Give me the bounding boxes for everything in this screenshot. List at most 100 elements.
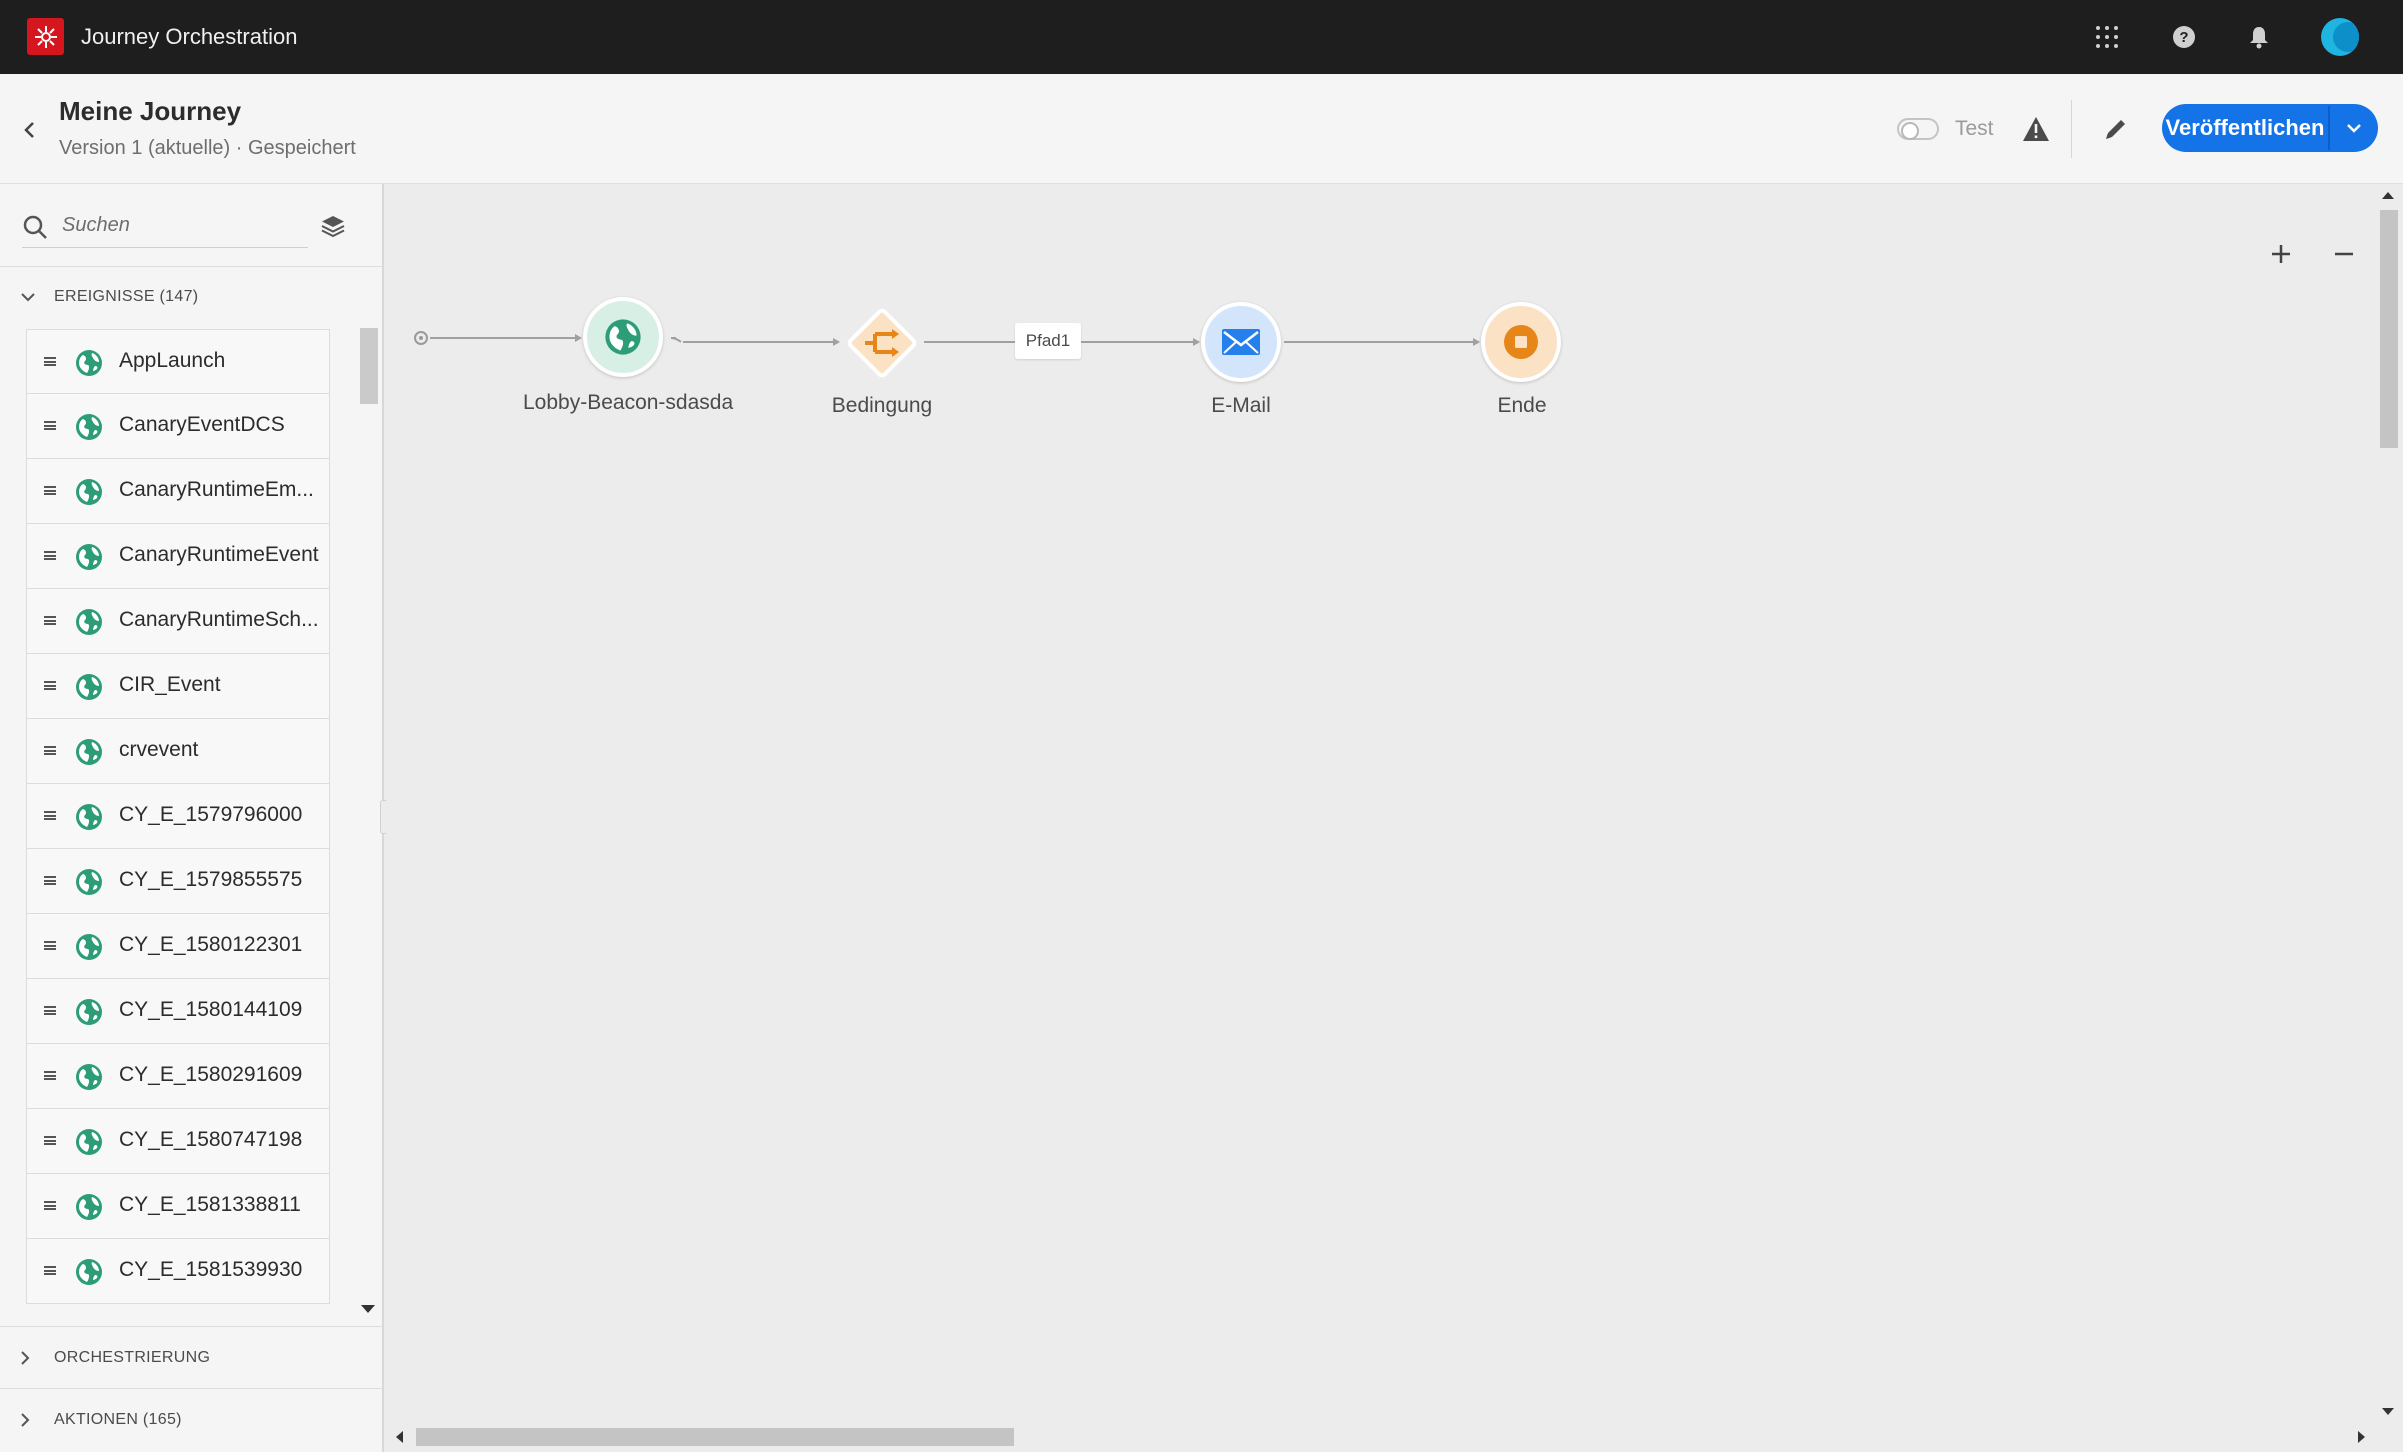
path-label[interactable]: Pfad1	[1015, 323, 1081, 359]
edit-pencil-icon[interactable]	[2097, 110, 2135, 148]
search-box	[22, 202, 308, 248]
publish-button[interactable]: Veröffentlichen	[2162, 104, 2328, 152]
journey-start-point	[414, 331, 428, 345]
event-label: CY_E_1581338811	[119, 1193, 301, 1216]
end-node[interactable]	[1481, 302, 1561, 382]
list-item[interactable]: CY_E_1580291609	[26, 1044, 330, 1109]
section-divider	[0, 1326, 382, 1327]
version-status: Version 1 (aktuelle) · Gespeichert	[59, 137, 356, 159]
actions-section-header[interactable]: AKTIONEN (165)	[20, 1405, 182, 1435]
drag-handle-icon	[44, 1266, 56, 1275]
canvas-vertical-scrollbar-thumb[interactable]	[2380, 210, 2398, 448]
section-divider	[0, 1388, 382, 1389]
bell-icon[interactable]	[2241, 19, 2277, 55]
email-node[interactable]	[1201, 302, 1281, 382]
event-node-circle	[583, 297, 663, 377]
actions-section-label: AKTIONEN (165)	[54, 1411, 182, 1428]
zoom-in-button[interactable]	[2261, 234, 2301, 274]
list-item[interactable]: AppLaunch	[26, 329, 330, 394]
events-section-header[interactable]: EREIGNISSE (147)	[20, 282, 198, 312]
list-item[interactable]: CY_E_1581539930	[26, 1239, 330, 1304]
list-item[interactable]: CY_E_1580747198	[26, 1109, 330, 1174]
orchestration-section-label: ORCHESTRIERUNG	[54, 1349, 211, 1366]
orchestration-section-header[interactable]: ORCHESTRIERUNG	[20, 1343, 210, 1373]
app-title: Journey Orchestration	[81, 24, 298, 49]
list-item[interactable]: CanaryRuntimeEm...	[26, 459, 330, 524]
event-label: CY_E_1579796000	[119, 803, 303, 826]
event-label: CY_E_1579855575	[119, 868, 303, 891]
back-button[interactable]	[16, 112, 44, 148]
zoom-out-button[interactable]	[2324, 234, 2364, 274]
events-section-label: EREIGNISSE (147)	[54, 288, 199, 305]
condition-node[interactable]	[841, 302, 923, 384]
event-node-label: Lobby-Beacon-sdasda	[523, 391, 734, 414]
search-icon	[23, 215, 47, 239]
plus-icon	[2272, 245, 2290, 263]
scroll-left-arrow-icon[interactable]	[396, 1431, 403, 1443]
event-node[interactable]	[583, 297, 663, 377]
events-scrollbar-thumb[interactable]	[360, 328, 378, 404]
palette-sidebar: EREIGNISSE (147) AppLaunch CanaryEventDC…	[0, 184, 384, 1452]
drag-handle-icon	[44, 616, 56, 625]
drag-handle-icon	[44, 941, 56, 950]
help-icon[interactable]: ?	[2166, 19, 2202, 55]
drag-handle-icon	[44, 486, 56, 495]
globe-icon	[76, 869, 102, 895]
chevron-right-icon	[20, 1412, 40, 1428]
scroll-down-arrow-icon[interactable]	[361, 1305, 375, 1313]
top-bar: Journey Orchestration ?	[0, 0, 2403, 74]
drag-handle-icon	[44, 551, 56, 560]
globe-icon	[76, 544, 102, 570]
app-logo[interactable]	[27, 18, 64, 55]
publish-options-button[interactable]	[2330, 104, 2378, 152]
list-item[interactable]: CanaryEventDCS	[26, 394, 330, 459]
globe-icon	[605, 319, 641, 355]
search-input[interactable]	[62, 208, 302, 242]
envelope-icon	[1222, 329, 1260, 355]
list-item[interactable]: CY_E_1580122301	[26, 914, 330, 979]
globe-icon	[76, 350, 102, 376]
chevron-right-icon	[20, 1350, 40, 1366]
globe-icon	[76, 1064, 102, 1090]
list-item[interactable]: CanaryRuntimeSch...	[26, 589, 330, 654]
list-item[interactable]: CY_E_1581338811	[26, 1174, 330, 1239]
chevron-down-icon	[20, 292, 40, 302]
condition-diamond	[847, 308, 917, 378]
scroll-right-arrow-icon[interactable]	[2358, 1431, 2365, 1443]
canvas-horizontal-scrollbar-thumb[interactable]	[416, 1428, 1014, 1446]
condition-node-label: Bedingung	[831, 394, 933, 417]
scroll-down-arrow-icon[interactable]	[2382, 1408, 2394, 1415]
list-item[interactable]: CIR_Event	[26, 654, 330, 719]
globe-icon	[76, 934, 102, 960]
globe-icon	[76, 414, 102, 440]
globe-icon	[76, 999, 102, 1025]
apps-grid-icon[interactable]	[2089, 19, 2125, 55]
stop-icon	[1504, 325, 1538, 359]
event-label: AppLaunch	[119, 349, 226, 372]
alert-icon[interactable]	[2017, 110, 2055, 148]
list-item[interactable]: CY_E_1579796000	[26, 784, 330, 849]
flow-connectors	[430, 334, 1480, 346]
chevron-left-icon	[24, 122, 34, 138]
chevron-down-icon	[2347, 124, 2361, 133]
drag-handle-icon	[44, 357, 56, 366]
end-node-label: Ende	[1497, 394, 1547, 417]
test-toggle[interactable]	[1897, 118, 1939, 140]
journey-header: Meine Journey Version 1 (aktuelle) · Ges…	[0, 74, 2403, 184]
adobe-logo-icon	[34, 25, 57, 48]
list-item[interactable]: CY_E_1579855575	[26, 849, 330, 914]
avatar[interactable]	[2321, 18, 2359, 56]
section-divider	[0, 266, 382, 267]
globe-icon	[76, 674, 102, 700]
list-item[interactable]: CanaryRuntimeEvent	[26, 524, 330, 589]
event-label: CY_E_1580144109	[119, 998, 303, 1021]
events-list: AppLaunch CanaryEventDCS CanaryRuntimeEm…	[26, 329, 330, 1452]
event-label: CanaryRuntimeSch...	[119, 608, 319, 631]
scroll-up-arrow-icon[interactable]	[2382, 192, 2394, 199]
layers-icon[interactable]	[316, 209, 350, 243]
event-label: crvevent	[119, 738, 199, 761]
drag-handle-icon	[44, 1006, 56, 1015]
list-item[interactable]: crvevent	[26, 719, 330, 784]
list-item[interactable]: CY_E_1580144109	[26, 979, 330, 1044]
journey-canvas[interactable]: Lobby-Beacon-sdasda Bedingung Pfad1 E-Ma…	[386, 184, 2403, 1452]
